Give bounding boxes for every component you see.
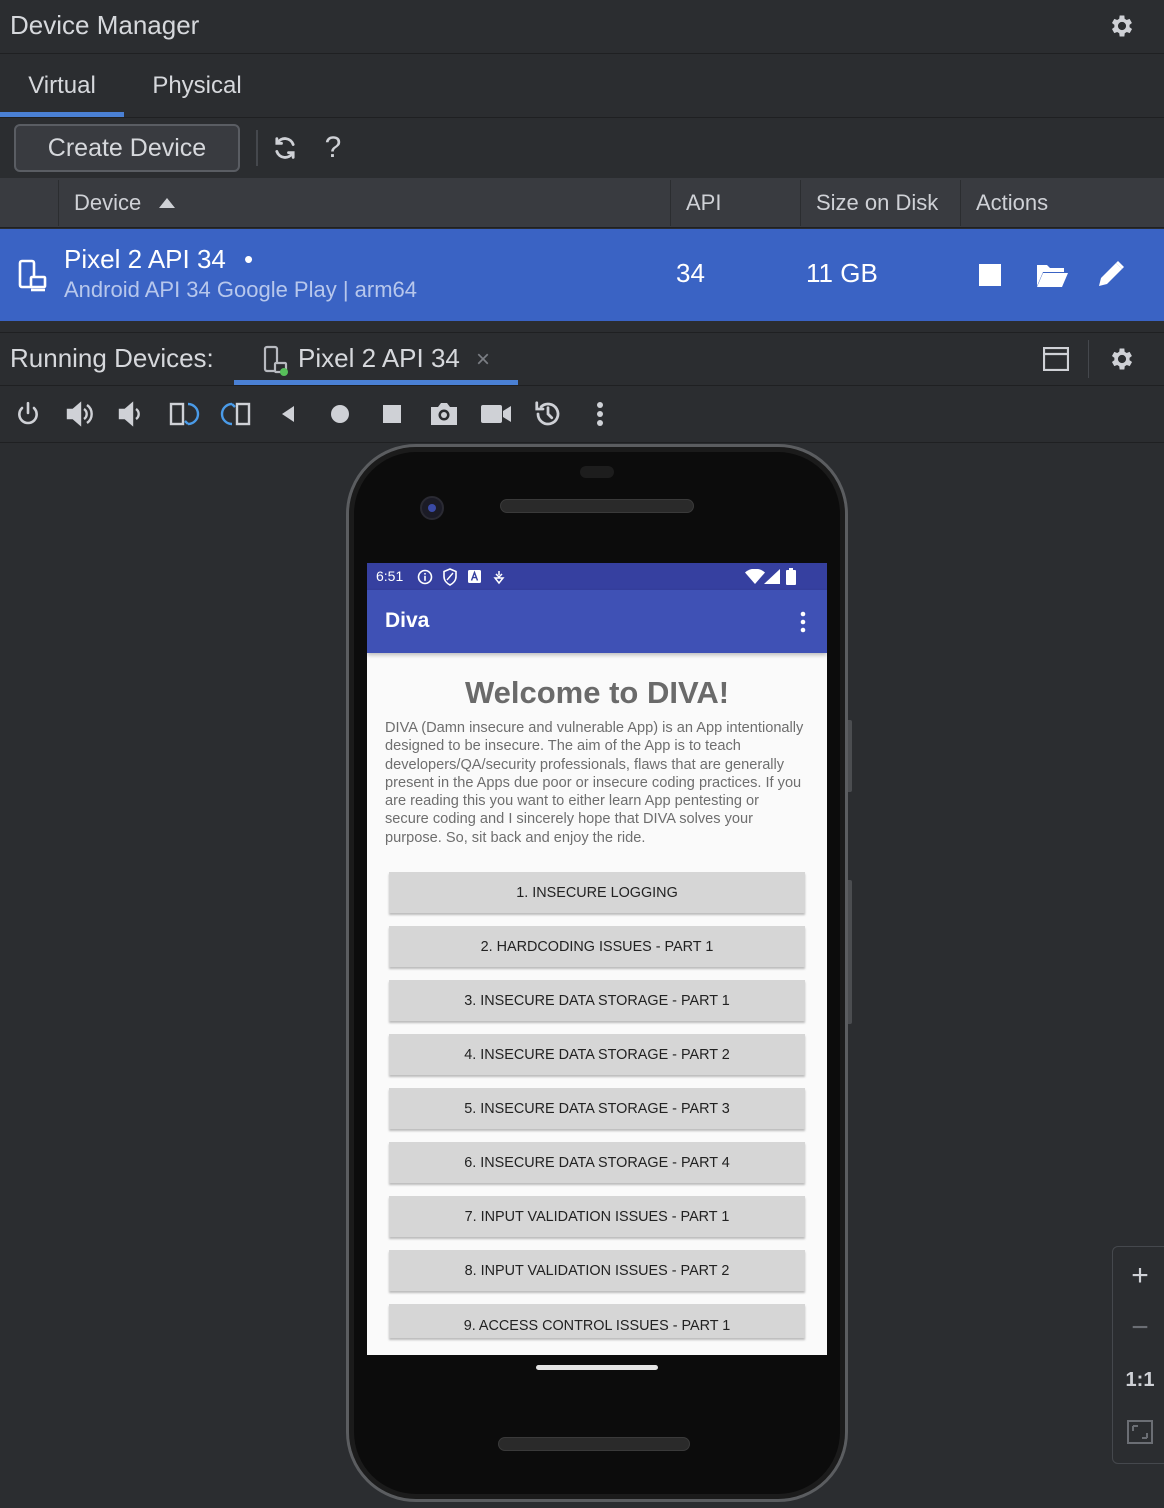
device-subtitle: Android API 34 Google Play | arm64 [64, 277, 418, 302]
snapshot-icon[interactable] [530, 396, 566, 432]
menu-button-input-validation-2[interactable]: 8. INPUT VALIDATION ISSUES - PART 2 [389, 1250, 805, 1291]
tab-physical[interactable]: Physical [132, 54, 262, 118]
menu-button-data-storage-4[interactable]: 6. INSECURE DATA STORAGE - PART 4 [389, 1142, 805, 1183]
zoom-actual-size-button[interactable]: 1:1 [1118, 1358, 1162, 1402]
menu-button-hardcoding-1[interactable]: 2. HARDCODING ISSUES - PART 1 [389, 926, 805, 967]
menu-button-insecure-logging[interactable]: 1. INSECURE LOGGING [389, 872, 805, 913]
active-tab-indicator [0, 112, 124, 117]
stop-icon[interactable] [974, 259, 1006, 291]
toolbar-divider [1088, 340, 1089, 378]
folder-icon[interactable] [1034, 259, 1070, 291]
column-header-api[interactable]: API [672, 178, 800, 228]
zoom-out-icon[interactable]: − [1118, 1306, 1162, 1350]
settings-gear-icon[interactable] [1104, 8, 1140, 44]
device-api: 34 [676, 258, 705, 288]
edit-pencil-icon[interactable] [1094, 257, 1128, 291]
menu-button-access-control-1[interactable]: 9. ACCESS CONTROL ISSUES - PART 1 [389, 1304, 805, 1338]
running-devices-label: Running Devices: [10, 343, 214, 373]
more-icon[interactable] [582, 396, 618, 432]
debug-icon [493, 571, 505, 585]
power-icon[interactable] [10, 396, 46, 432]
app-title: Diva [385, 609, 430, 632]
home-icon[interactable] [322, 396, 358, 432]
toolbar-divider [256, 130, 258, 166]
app-bar [367, 590, 827, 653]
column-header-size[interactable]: Size on Disk [802, 178, 960, 228]
rotate-right-icon[interactable] [218, 396, 254, 432]
phone-speaker-top [500, 499, 694, 513]
running-settings-gear-icon[interactable] [1104, 340, 1140, 378]
volume-up-icon[interactable] [62, 396, 98, 432]
menu-button-data-storage-3[interactable]: 5. INSECURE DATA STORAGE - PART 3 [389, 1088, 805, 1129]
column-divider [58, 180, 59, 226]
virtual-device-icon [16, 255, 48, 295]
help-icon[interactable]: ? [318, 128, 348, 168]
menu-button-data-storage-2[interactable]: 4. INSECURE DATA STORAGE - PART 2 [389, 1034, 805, 1075]
menu-button-data-storage-1[interactable]: 3. INSECURE DATA STORAGE - PART 1 [389, 980, 805, 1021]
column-header-label: Device [74, 190, 142, 215]
zoom-fit-icon[interactable] [1118, 1410, 1162, 1454]
screenshot-icon[interactable] [426, 396, 462, 432]
device-name: Pixel 2 API 34 [64, 244, 226, 274]
volume-down-icon[interactable] [114, 396, 150, 432]
screen-record-icon[interactable] [478, 396, 514, 432]
create-device-button[interactable]: Create Device [14, 124, 240, 172]
window-mode-icon[interactable] [1040, 344, 1072, 374]
welcome-heading: Welcome to DIVA! [464, 675, 730, 710]
app-description: DIVA (Damn insecure and vulnerable App) … [385, 720, 804, 846]
status-time: 6:51 [376, 568, 404, 584]
shield-icon [443, 568, 457, 586]
column-divider [960, 180, 961, 226]
gesture-home-bar[interactable] [536, 1365, 658, 1370]
overview-icon[interactable] [374, 396, 410, 432]
battery-icon [786, 568, 796, 585]
window-title: Device Manager [10, 10, 200, 40]
zoom-in-icon[interactable]: + [1118, 1254, 1162, 1298]
info-icon [417, 569, 433, 585]
menu-button-input-validation-1[interactable]: 7. INPUT VALIDATION ISSUES - PART 1 [389, 1196, 805, 1237]
camera-lens [428, 504, 436, 512]
keyboard-a-icon [468, 570, 481, 583]
column-header-actions: Actions [976, 190, 1049, 215]
wifi-icon [745, 569, 765, 584]
rotate-left-icon[interactable] [166, 396, 202, 432]
phone-screen[interactable]: 6:51 Diva Welcome to DIVA! DIVA (Damn in… [367, 563, 827, 1355]
tab-virtual[interactable]: Virtual [0, 54, 124, 118]
refresh-icon[interactable] [268, 130, 302, 166]
column-divider [800, 180, 801, 226]
active-tab-indicator [234, 380, 518, 385]
phone-speaker-bottom [498, 1437, 690, 1451]
column-header-device[interactable]: Device [60, 178, 670, 228]
sort-ascending-icon [159, 198, 176, 208]
running-device-tab-label: Pixel 2 API 34 [298, 343, 460, 373]
device-status-dot: • [244, 244, 254, 274]
device-size: 11 GB [806, 258, 878, 288]
overflow-menu-icon[interactable] [795, 611, 811, 633]
back-icon[interactable] [270, 396, 306, 432]
column-divider [670, 180, 671, 226]
phone-earpiece [580, 466, 614, 478]
running-device-icon [262, 344, 290, 378]
signal-icon [764, 569, 780, 584]
close-tab-icon[interactable]: × [476, 346, 490, 374]
